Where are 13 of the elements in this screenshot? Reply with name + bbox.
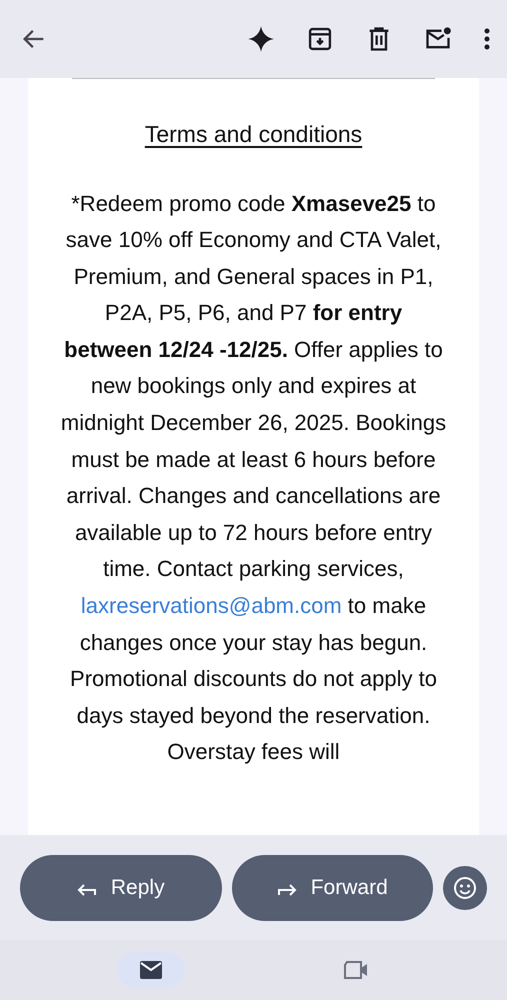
terms-paragraph: *Redeem promo code Xmaseve25 to save 10% off Economy and CTA Valet, Premium, and General spaces in P1, P2A, P5, P6, and P7 for entry between 12/24 -12/25. Offer applies to new bookings only and expires at midnight December 26, 2025. Bookings must be made at least 6 hours before arrival. Changes and cancellations are available up to 72 hours before entry time. Contact parking services, laxreservations@abm.com to make changes once your stay has begun. Promotional discounts do not apply to days stayed beyond the reservation. Overstay fees will: [60, 190, 447, 766]
reply-button[interactable]: Reply: [20, 854, 222, 920]
mail-icon: [138, 960, 163, 980]
video-icon: [343, 960, 370, 980]
emoji-button[interactable]: [443, 866, 487, 910]
mail-tab[interactable]: [116, 952, 185, 988]
sparkle-icon[interactable]: [247, 25, 275, 53]
email-link[interactable]: laxreservations@abm.com: [80, 593, 342, 618]
more-icon[interactable]: [483, 27, 491, 51]
smiley-icon: [453, 876, 477, 900]
section-heading: Terms and conditions: [144, 120, 362, 149]
archive-icon[interactable]: [306, 25, 334, 53]
forward-button[interactable]: Forward: [232, 854, 433, 920]
